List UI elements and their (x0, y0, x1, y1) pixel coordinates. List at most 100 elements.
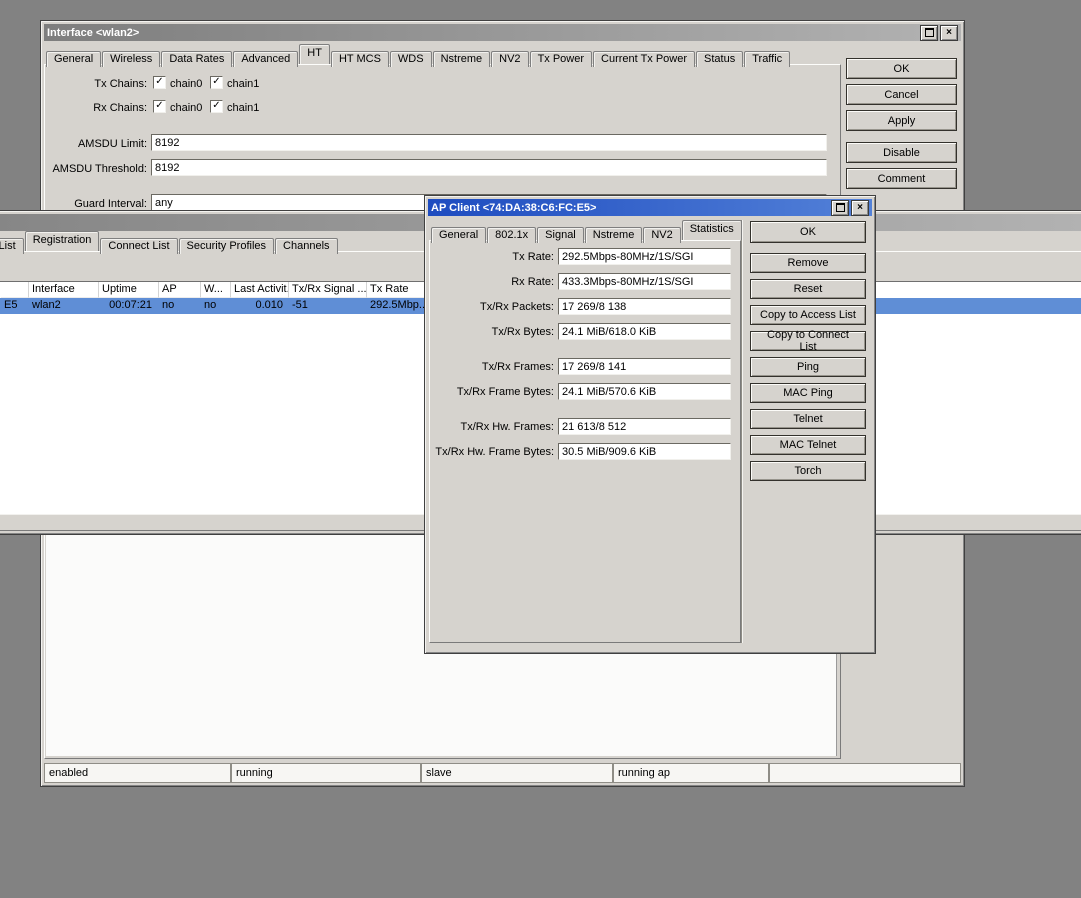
ap-client-titlebar[interactable]: AP Client <74:DA:38:C6:FC:E5> × (428, 199, 872, 216)
tx-chain1-checkbox[interactable]: ✓ (210, 76, 223, 89)
rx-rate-value[interactable] (558, 273, 731, 290)
txrx-packets-value[interactable] (558, 298, 731, 315)
tab-8021x[interactable]: 802.1x (487, 227, 537, 243)
tab-connect-list[interactable]: Connect List (100, 238, 178, 254)
tx-rate-value[interactable] (558, 248, 731, 265)
cell-last-activity[interactable]: 0.010 (231, 298, 286, 314)
txrx-frame-bytes-label: Tx/Rx Frame Bytes: (456, 386, 554, 398)
column-header-ap[interactable]: AP (159, 282, 201, 298)
content-buttons-divider (741, 220, 742, 643)
tx-chain0-label: chain0 (170, 78, 203, 90)
tab-ht-mcs[interactable]: HT MCS (330, 51, 389, 67)
guard-interval-label: Guard Interval: (74, 198, 147, 210)
tab-statistics[interactable]: Statistics (681, 220, 742, 240)
tab-data-rates[interactable]: Data Rates (161, 51, 233, 67)
rx-chain0-checkbox[interactable]: ✓ (153, 100, 166, 113)
cell-txrx-signal[interactable]: -51 (289, 298, 367, 314)
txrx-frame-bytes-value[interactable] (558, 383, 731, 400)
cell-ap[interactable]: no (159, 298, 201, 314)
close-icon[interactable]: × (851, 199, 869, 216)
tab-nstreme[interactable]: Nstreme (432, 51, 491, 67)
column-header-last-activity[interactable]: Last Activit... (231, 282, 289, 298)
cancel-button[interactable]: Cancel (846, 84, 957, 105)
tab-advanced[interactable]: Advanced (233, 51, 299, 67)
txrx-frames-value[interactable] (558, 358, 731, 375)
amsdu-limit-label: AMSDU Limit: (77, 138, 147, 150)
txrx-hw-frame-bytes-label: Tx/Rx Hw. Frame Bytes: (435, 446, 554, 458)
rx-chain1-label: chain1 (227, 102, 260, 114)
rx-chain1-checkbox[interactable]: ✓ (210, 100, 223, 113)
restore-icon[interactable] (920, 24, 938, 41)
interface-titlebar[interactable]: Interface <wlan2> × (44, 24, 961, 41)
rx-chain0-label: chain0 (170, 102, 203, 114)
column-header-mac[interactable] (1, 282, 29, 298)
tab-current-tx-power[interactable]: Current Tx Power (593, 51, 696, 67)
txrx-frames-label: Tx/Rx Frames: (481, 361, 554, 373)
restore-box-glyph (924, 28, 934, 37)
ap-client-window-title: AP Client <74:DA:38:C6:FC:E5> (431, 201, 597, 214)
reset-button[interactable]: Reset (750, 279, 866, 299)
amsdu-threshold-label: AMSDU Threshold: (52, 163, 147, 175)
tab-security-profiles[interactable]: Security Profiles (178, 238, 275, 254)
tab-tx-power[interactable]: Tx Power (529, 51, 593, 67)
txrx-bytes-label: Tx/Rx Bytes: (491, 326, 554, 338)
tab-general[interactable]: General (431, 227, 487, 243)
txrx-packets-label: Tx/Rx Packets: (480, 301, 554, 313)
mac-ping-button[interactable]: MAC Ping (750, 383, 866, 403)
rx-chains-label: Rx Chains: (93, 102, 147, 114)
column-header-wds[interactable]: W... (201, 282, 231, 298)
status-enabled: enabled (44, 763, 231, 783)
disable-button[interactable]: Disable (846, 142, 957, 163)
tab-channels[interactable]: Channels (275, 238, 338, 254)
tab-access-list-clipped[interactable]: s List (0, 238, 24, 254)
tab-nv2[interactable]: NV2 (491, 51, 529, 67)
remove-button[interactable]: Remove (750, 253, 866, 273)
tab-registration[interactable]: Registration (24, 231, 100, 251)
txrx-hw-frames-value[interactable] (558, 418, 731, 435)
ok-button[interactable]: OK (750, 221, 866, 243)
close-icon[interactable]: × (940, 24, 958, 41)
cell-mac[interactable]: E5 (1, 298, 29, 314)
ok-button[interactable]: OK (846, 58, 957, 79)
cell-interface[interactable]: wlan2 (29, 298, 99, 314)
tab-general[interactable]: General (46, 51, 102, 67)
telnet-button[interactable]: Telnet (750, 409, 866, 429)
desktop: Interface <wlan2> × General Wireless Data … (0, 0, 1081, 898)
tab-nv2[interactable]: NV2 (643, 227, 681, 243)
tab-wireless[interactable]: Wireless (102, 51, 161, 67)
column-header-interface[interactable]: Interface (29, 282, 99, 298)
cell-uptime[interactable]: 00:07:21 (99, 298, 155, 314)
comment-button[interactable]: Comment (846, 168, 957, 189)
tx-rate-label: Tx Rate: (512, 251, 554, 263)
tab-traffic[interactable]: Traffic (744, 51, 791, 67)
ap-client-window: AP Client <74:DA:38:C6:FC:E5> × General 8… (424, 195, 876, 654)
column-header-txrx-signal[interactable]: Tx/Rx Signal ... (289, 282, 367, 298)
txrx-bytes-value[interactable] (558, 323, 731, 340)
wireless-tabstrip: s ListRegistrationConnect ListSecurity P… (0, 231, 339, 254)
amsdu-threshold-input[interactable] (151, 159, 827, 176)
copy-to-connect-list-button[interactable]: Copy to Connect List (750, 329, 866, 353)
amsdu-limit-input[interactable] (151, 134, 827, 151)
tx-chains-label: Tx Chains: (94, 78, 147, 90)
txrx-hw-frames-label: Tx/Rx Hw. Frames: (460, 421, 554, 433)
tx-chain0-checkbox[interactable]: ✓ (153, 76, 166, 89)
tab-nstreme[interactable]: Nstreme (584, 227, 643, 243)
apply-button[interactable]: Apply (846, 110, 957, 131)
tab-ht[interactable]: HT (299, 44, 330, 64)
tab-wds[interactable]: WDS (389, 51, 432, 67)
torch-button[interactable]: Torch (750, 461, 866, 481)
restore-icon[interactable] (831, 199, 849, 216)
tab-status[interactable]: Status (696, 51, 744, 67)
interface-window-title: Interface <wlan2> (47, 26, 140, 39)
ping-button[interactable]: Ping (750, 357, 866, 377)
cell-wds[interactable]: no (201, 298, 231, 314)
column-header-uptime[interactable]: Uptime (99, 282, 159, 298)
tab-signal[interactable]: Signal (537, 227, 584, 243)
interface-tabstrip: General Wireless Data Rates Advanced HT HT MC… (46, 44, 791, 67)
txrx-hw-frame-bytes-value[interactable] (558, 443, 731, 460)
mac-telnet-button[interactable]: MAC Telnet (750, 435, 866, 455)
status-empty (769, 763, 961, 783)
status-running-ap: running ap (613, 763, 769, 783)
status-running: running (231, 763, 421, 783)
copy-to-access-list-button[interactable]: Copy to Access List (750, 305, 866, 325)
